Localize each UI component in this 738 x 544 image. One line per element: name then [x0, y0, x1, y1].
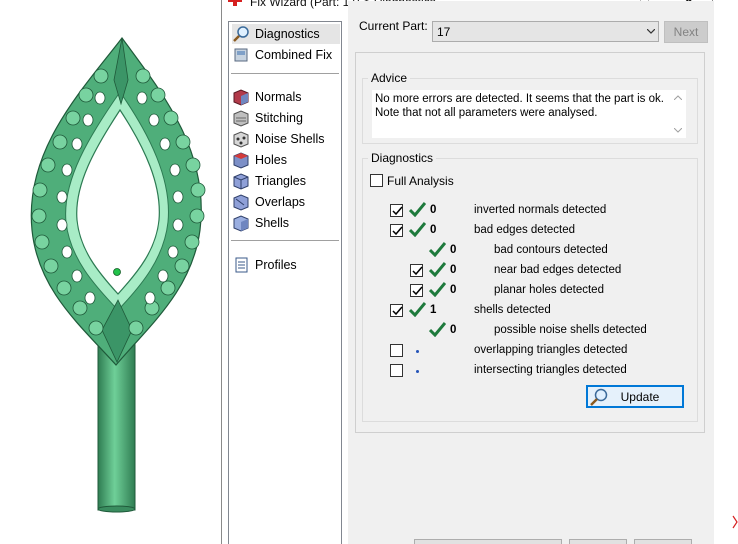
not-analysed-dot-icon: [416, 350, 419, 353]
advice-scrollbar[interactable]: [671, 90, 685, 138]
advice-text-box[interactable]: No more errors are detected. It seems th…: [372, 90, 686, 138]
checkmark-icon: [409, 302, 426, 317]
nav-item-normals[interactable]: Normals: [232, 87, 340, 107]
pendant-model: [30, 37, 206, 513]
nav-label: Shells: [255, 216, 290, 230]
diag-count: 0: [450, 324, 457, 336]
current-part-value: 17: [437, 25, 451, 39]
nav-label: Holes: [255, 153, 287, 167]
full-analysis-checkbox[interactable]: [370, 174, 383, 187]
row-checkbox[interactable]: [390, 304, 403, 317]
combined-fix-icon: [232, 46, 250, 64]
bottom-action-button[interactable]: [414, 539, 562, 544]
diag-label: bad edges detected: [474, 224, 576, 236]
nav-divider: [231, 240, 339, 241]
overlaps-icon: [232, 193, 250, 211]
diag-count: 0: [430, 204, 437, 216]
noise-shells-icon: [232, 130, 250, 148]
fix-wizard-dialog: Fix Wizard (Part: 17) > Diagnostics ✕ Di…: [221, 0, 714, 544]
nav-label: Overlaps: [255, 195, 306, 209]
checkmark-icon: [409, 222, 426, 237]
diag-label: possible noise shells detected: [494, 324, 647, 336]
diag-count: 0: [430, 224, 437, 236]
content-frame: Advice No more errors are detected. It s…: [355, 52, 705, 433]
row-checkbox[interactable]: [410, 264, 423, 277]
diag-label: shells detected: [474, 304, 551, 316]
nav-item-triangles[interactable]: Triangles: [232, 171, 340, 191]
nav-label: Normals: [255, 90, 302, 104]
nav-label: Triangles: [255, 174, 306, 188]
diag-label: intersecting triangles detected: [474, 364, 627, 376]
current-part-label: Current Part:: [359, 19, 428, 33]
current-part-select[interactable]: 17: [432, 21, 659, 42]
checkmark-icon: [429, 282, 446, 297]
row-checkbox[interactable]: [390, 224, 403, 237]
nav-label: Combined Fix: [255, 48, 333, 62]
nav-label: Profiles: [255, 258, 297, 272]
checkmark-icon: [409, 202, 426, 217]
diag-count: 0: [450, 244, 457, 256]
scroll-up-icon[interactable]: [674, 95, 682, 100]
diagnostics-title: Diagnostics: [368, 151, 437, 165]
not-analysed-dot-icon: [416, 370, 419, 373]
diag-count: 1: [430, 304, 437, 316]
holes-icon: [232, 151, 250, 169]
diagnostics-group: Diagnostics Full Analysis 0 inverted nor…: [362, 151, 698, 422]
row-checkbox[interactable]: [390, 364, 403, 377]
nav-label: Diagnostics: [255, 27, 320, 41]
3d-viewport[interactable]: [0, 0, 222, 544]
nav-label: Noise Shells: [255, 132, 325, 146]
diag-label: planar holes detected: [494, 284, 604, 296]
nav-divider: [231, 73, 339, 74]
nav-item-combined-fix[interactable]: Combined Fix: [232, 45, 340, 65]
normals-icon: [232, 88, 250, 106]
update-button[interactable]: Update: [586, 385, 684, 408]
diag-label: bad contours detected: [494, 244, 608, 256]
advice-line-1: No more errors are detected. It seems th…: [375, 93, 664, 105]
nav-item-profiles[interactable]: Profiles: [232, 255, 340, 275]
nav-item-stitching[interactable]: Stitching: [232, 108, 340, 128]
update-label: Update: [620, 389, 660, 404]
diag-label: overlapping triangles detected: [474, 344, 628, 356]
chevron-down-icon: [647, 29, 655, 34]
bottom-cancel-button[interactable]: [634, 539, 692, 544]
nav-item-holes[interactable]: Holes: [232, 150, 340, 170]
wizard-nav: Diagnostics Combined Fix Normals Stitchi…: [228, 21, 342, 544]
diag-label: near bad edges detected: [494, 264, 622, 276]
checkmark-icon: [429, 262, 446, 277]
advice-group: Advice No more errors are detected. It s…: [362, 71, 698, 144]
nav-item-shells[interactable]: Shells: [232, 213, 340, 233]
diag-count: 0: [450, 264, 457, 276]
magnifier-icon: [232, 25, 250, 43]
magnifier-icon: [590, 388, 608, 406]
row-checkbox[interactable]: [410, 284, 423, 297]
scroll-down-icon[interactable]: [674, 128, 682, 133]
nav-item-noise-shells[interactable]: Noise Shells: [232, 129, 340, 149]
app-logo-icon: [228, 0, 242, 6]
nav-item-overlaps[interactable]: Overlaps: [232, 192, 340, 212]
row-checkbox[interactable]: [390, 344, 403, 357]
edge-marker-icon: [732, 515, 738, 529]
diag-label: inverted normals detected: [474, 204, 607, 216]
profiles-icon: [232, 256, 250, 274]
stitching-icon: [232, 109, 250, 127]
nav-label: Stitching: [255, 111, 303, 125]
advice-title: Advice: [368, 71, 411, 85]
full-analysis-label: Full Analysis: [387, 174, 454, 188]
diag-count: 0: [450, 284, 457, 296]
bottom-ok-button[interactable]: [569, 539, 627, 544]
diagnostics-pane: Current Part: 17 Next Advice No more err…: [348, 1, 714, 544]
shells-icon: [232, 214, 250, 232]
triangles-icon: [232, 172, 250, 190]
checkmark-icon: [429, 242, 446, 257]
advice-line-2: Note that not all parameters were analys…: [375, 107, 598, 119]
row-checkbox[interactable]: [390, 204, 403, 217]
next-button[interactable]: Next: [664, 21, 708, 43]
checkmark-icon: [429, 322, 446, 337]
nav-item-diagnostics[interactable]: Diagnostics: [232, 24, 340, 44]
